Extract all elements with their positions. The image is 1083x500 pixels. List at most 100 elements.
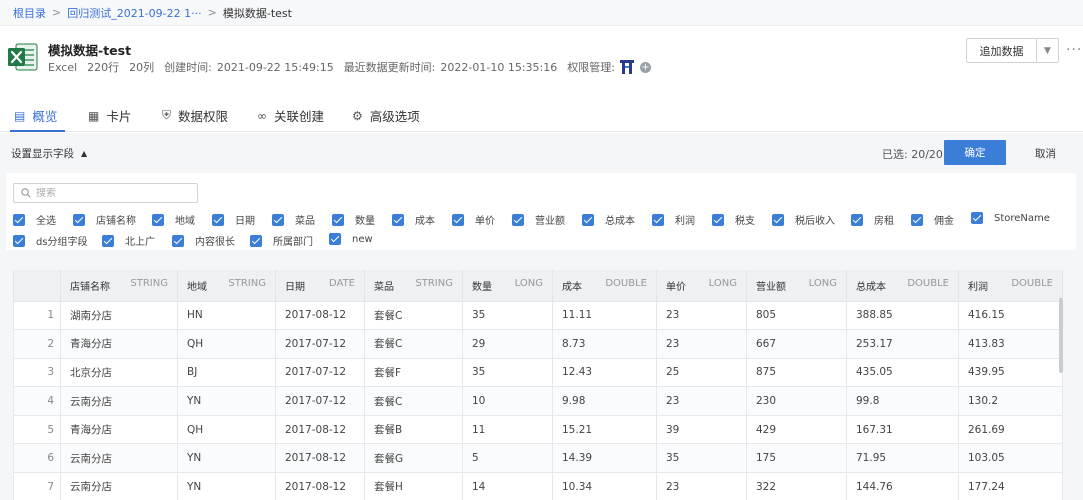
field-checkbox[interactable]: 店铺名称: [73, 212, 136, 227]
column-header[interactable]: 数量 LONG: [462, 270, 553, 302]
table-cell: 10: [462, 386, 553, 416]
table-cell: 11: [462, 414, 553, 445]
field-checkbox[interactable]: 内容很长: [172, 233, 235, 248]
add-data-button[interactable]: 追加数据 ▼: [966, 38, 1059, 63]
tab-advanced[interactable]: ⚙ 高级选项: [352, 100, 420, 131]
column-header[interactable]: 菜品 STRING: [364, 270, 463, 302]
field-checkbox[interactable]: 北上广: [102, 233, 155, 248]
table-cell: 23: [656, 329, 747, 359]
field-checkbox[interactable]: 利润: [652, 212, 695, 227]
tab-card[interactable]: ▦ 卡片: [88, 100, 131, 131]
field-checkbox-select-all[interactable]: 全选: [13, 212, 56, 227]
table-cell: YN: [177, 386, 276, 416]
column-count: 20列: [129, 61, 155, 74]
excel-file-icon: [8, 43, 38, 71]
table-cell: YN: [177, 443, 276, 474]
data-table: 店铺名称 STRING 地域 STRING 日期 DATE 菜品 STRING 数量 LO…: [13, 270, 1063, 500]
tab-label: 数据权限: [178, 109, 229, 124]
field-checkbox[interactable]: 菜品: [272, 212, 315, 227]
table-cell: 青海分店: [60, 329, 178, 359]
column-header[interactable]: 营业额 LONG: [746, 270, 847, 302]
table-cell: 青海分店: [60, 414, 178, 445]
field-checkbox[interactable]: StoreName: [971, 212, 1050, 224]
row-index-header: [13, 270, 61, 302]
confirm-button[interactable]: 确定: [944, 140, 1006, 165]
table-cell: 875: [746, 357, 847, 388]
table-cell: 2017-08-12: [275, 300, 365, 331]
field-checkbox[interactable]: 成本: [392, 212, 435, 227]
breadcrumb: 根目录 > 回归测试_2021-09-22 1··· > 模拟数据-test: [0, 0, 1083, 26]
tab-data-permission[interactable]: ⛨ 数据权限: [162, 100, 228, 131]
search-input[interactable]: [36, 187, 186, 199]
field-label: 佣金: [934, 216, 954, 227]
field-checkbox[interactable]: 总成本: [582, 212, 635, 227]
caret-up-icon: ▲: [81, 149, 88, 158]
column-header[interactable]: 日期 DATE: [275, 270, 365, 302]
table-cell: 23: [656, 386, 747, 416]
link-icon: ∞: [257, 108, 267, 123]
table-cell: 23: [656, 472, 747, 500]
column-name: 成本: [562, 281, 582, 293]
overview-icon: ▤: [14, 108, 26, 123]
checkbox-checked-icon: [512, 213, 524, 226]
table-cell: 15.21: [552, 414, 657, 445]
column-name: 数量: [472, 281, 492, 293]
table-cell: 667: [746, 329, 847, 359]
field-checkbox[interactable]: 单价: [452, 212, 495, 227]
field-checkbox[interactable]: 日期: [212, 212, 255, 227]
table-cell: 14: [462, 472, 553, 500]
table-cell: 35: [462, 300, 553, 331]
field-checkbox[interactable]: 税支: [712, 212, 755, 227]
checkbox-checked-icon: [73, 213, 85, 226]
column-header[interactable]: 地域 STRING: [177, 270, 276, 302]
column-header[interactable]: 成本 DOUBLE: [552, 270, 657, 302]
vertical-scrollbar[interactable]: [1059, 298, 1063, 373]
field-checkbox[interactable]: new: [329, 233, 373, 245]
table-row: 4 云南分店 YN 2017-07-12 套餐C 10 9.98 23 230 99.8 130.2: [13, 386, 1063, 416]
column-header[interactable]: 店铺名称 STRING: [60, 270, 178, 302]
field-settings-toggle[interactable]: 设置显示字段 ▲: [11, 146, 87, 161]
field-checkbox[interactable]: 佣金: [911, 212, 954, 227]
table-cell: 12.43: [552, 357, 657, 388]
field-checkbox[interactable]: 数量: [332, 212, 375, 227]
field-checkbox[interactable]: 地域: [152, 212, 195, 227]
column-header[interactable]: 单价 LONG: [656, 270, 747, 302]
breadcrumb-root-link[interactable]: 根目录: [13, 5, 46, 21]
cancel-button[interactable]: 取消: [1035, 146, 1056, 161]
table-cell: 套餐C: [364, 386, 463, 416]
more-options-icon[interactable]: ···: [1066, 42, 1082, 58]
field-checkbox[interactable]: 营业额: [512, 212, 565, 227]
column-name: 日期: [285, 281, 305, 293]
chevron-down-icon[interactable]: ▼: [1036, 39, 1058, 62]
field-label: 房租: [874, 216, 894, 227]
field-checkbox[interactable]: 所属部门: [250, 233, 313, 248]
table-cell: 167.31: [846, 414, 959, 445]
table-cell: 5: [462, 443, 553, 474]
tab-link-create[interactable]: ∞ 关联创建: [257, 100, 324, 131]
field-checkbox[interactable]: 房租: [851, 212, 894, 227]
field-label: 单价: [475, 216, 495, 227]
column-type: DOUBLE: [1011, 277, 1053, 289]
field-search[interactable]: [13, 183, 198, 203]
breadcrumb-separator: >: [52, 6, 62, 19]
table-cell: 23: [656, 300, 747, 331]
table-row: 2 青海分店 QH 2017-07-12 套餐C 29 8.73 23 667 253.17 413…: [13, 329, 1063, 359]
field-label: 营业额: [535, 216, 565, 227]
column-header[interactable]: 总成本 DOUBLE: [846, 270, 959, 302]
table-cell: 130.2: [958, 386, 1063, 416]
data-preview-area: 店铺名称 STRING 地域 STRING 日期 DATE 菜品 STRING 数量 LO…: [0, 250, 1083, 500]
row-index: 6: [13, 443, 61, 474]
table-cell: 套餐B: [364, 414, 463, 445]
column-name: 菜品: [374, 281, 394, 293]
permission-owner-icon[interactable]: [619, 60, 634, 74]
column-type: STRING: [228, 277, 266, 289]
field-checkbox[interactable]: ds分组字段: [13, 233, 88, 248]
file-type: Excel: [48, 60, 78, 74]
add-permission-icon[interactable]: +: [639, 61, 651, 73]
table-cell: 435.05: [846, 357, 959, 388]
field-checkbox[interactable]: 税后收入: [772, 212, 835, 227]
table-cell: BJ: [177, 357, 276, 388]
column-header[interactable]: 利润 DOUBLE: [958, 270, 1063, 302]
tab-overview[interactable]: ▤ 概览: [9, 100, 66, 132]
breadcrumb-parent-link[interactable]: 回归测试_2021-09-22 1···: [67, 5, 201, 21]
